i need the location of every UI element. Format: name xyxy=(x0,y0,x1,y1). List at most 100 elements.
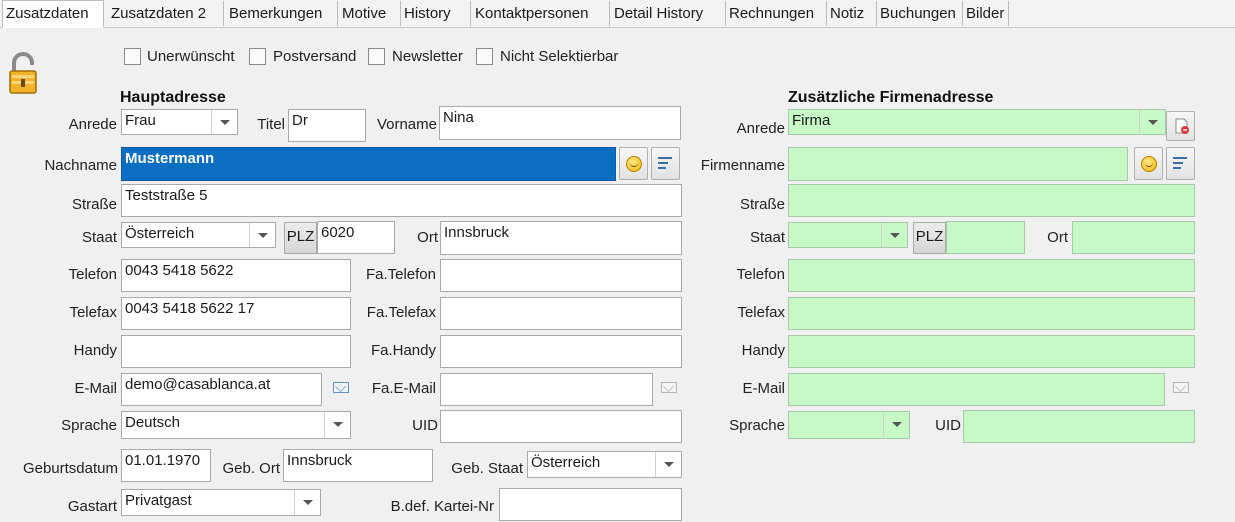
firmenname-input[interactable] xyxy=(788,147,1128,181)
tab-bar: Zusatzdaten Zusatzdaten 2 Bemerkungen Mo… xyxy=(0,0,1235,28)
geb-ort-input[interactable]: Innsbruck xyxy=(283,449,433,482)
firmenadresse-heading: Zusätzliche Firmenadresse xyxy=(788,89,994,106)
chevron-down-icon[interactable] xyxy=(211,110,237,134)
telefax-input[interactable]: 0043 5418 5622 17 xyxy=(121,297,351,330)
nachname-smiley-button[interactable] xyxy=(619,147,648,180)
anrede-value: Frau xyxy=(125,112,156,129)
mail-icon[interactable] xyxy=(1173,382,1189,393)
geburtsdatum-label: Geburtsdatum xyxy=(22,460,118,477)
firma-strasse-input[interactable] xyxy=(788,184,1195,217)
sprache-select[interactable]: Deutsch xyxy=(121,411,351,439)
firma-delete-button[interactable] xyxy=(1166,111,1195,141)
vorname-label: Vorname xyxy=(376,116,437,133)
geb-staat-select[interactable]: Österreich xyxy=(527,451,682,478)
firma-telefon-input[interactable] xyxy=(788,259,1195,292)
staat-value: Österreich xyxy=(125,225,195,242)
tab-history[interactable]: History xyxy=(401,1,471,26)
mail-icon[interactable] xyxy=(661,382,677,393)
firmenname-label: Firmenname xyxy=(700,157,785,174)
tab-kontaktpersonen[interactable]: Kontaktpersonen xyxy=(472,1,610,26)
fa-handy-input[interactable] xyxy=(440,335,682,368)
email-label: E-Mail xyxy=(74,380,117,397)
fa-telefon-input[interactable] xyxy=(440,259,682,292)
newsletter-label: Newsletter xyxy=(392,48,463,65)
plz-button[interactable]: PLZ xyxy=(284,222,317,254)
fa-telefon-label: Fa.Telefon xyxy=(365,266,436,283)
firma-plz-input[interactable] xyxy=(946,221,1025,254)
nicht-selektierbar-checkbox[interactable] xyxy=(476,48,493,65)
tab-zusatzdaten-2[interactable]: Zusatzdaten 2 xyxy=(108,1,224,26)
smiley-icon xyxy=(1141,156,1157,172)
chevron-down-icon[interactable] xyxy=(324,412,350,438)
kartei-nr-label: B.def. Kartei-Nr xyxy=(390,498,494,515)
gastart-select[interactable]: Privatgast xyxy=(121,489,321,516)
firma-edit-button[interactable] xyxy=(1166,147,1195,180)
tab-motive[interactable]: Motive xyxy=(339,1,401,26)
firma-uid-input[interactable] xyxy=(963,410,1195,443)
kartei-nr-input[interactable] xyxy=(499,488,682,521)
nachname-edit-button[interactable] xyxy=(651,147,680,180)
firma-sprache-select[interactable] xyxy=(788,411,910,439)
chevron-down-icon[interactable] xyxy=(294,490,320,515)
tab-zusatzdaten[interactable]: Zusatzdaten xyxy=(2,0,104,28)
chevron-down-icon[interactable] xyxy=(881,223,907,247)
staat-label: Staat xyxy=(81,229,117,246)
firma-anrede-value: Firma xyxy=(792,112,831,129)
sprache-label: Sprache xyxy=(61,417,117,434)
firma-ort-label: Ort xyxy=(1047,229,1068,246)
geburtsdatum-input[interactable]: 01.01.1970 xyxy=(121,449,211,482)
geb-staat-label: Geb. Staat xyxy=(451,460,523,477)
staat-select[interactable]: Österreich xyxy=(121,222,276,248)
unlocked-padlock-icon[interactable] xyxy=(8,51,38,95)
chevron-down-icon[interactable] xyxy=(883,412,909,438)
telefon-input[interactable]: 0043 5418 5622 xyxy=(121,259,351,292)
anrede-label: Anrede xyxy=(68,116,117,133)
sprache-value: Deutsch xyxy=(125,414,181,431)
firma-ort-input[interactable] xyxy=(1072,221,1195,254)
tab-bilder[interactable]: Bilder xyxy=(963,1,1009,26)
nachname-input[interactable]: Mustermann xyxy=(121,147,616,181)
firma-smiley-button[interactable] xyxy=(1134,147,1163,180)
gastart-value: Privatgast xyxy=(125,492,192,509)
fa-telefax-input[interactable] xyxy=(440,297,682,330)
nicht-selektierbar-label: Nicht Selektierbar xyxy=(500,48,619,65)
hauptadresse-heading: Hauptadresse xyxy=(120,89,226,106)
firma-anrede-select[interactable]: Firma xyxy=(788,109,1166,135)
firma-telefax-input[interactable] xyxy=(788,297,1195,330)
firma-uid-label: UID xyxy=(935,417,961,434)
titel-input[interactable]: Dr xyxy=(288,109,366,142)
unerwuenscht-checkbox[interactable] xyxy=(124,48,141,65)
chevron-down-icon[interactable] xyxy=(1139,110,1165,134)
email-input[interactable]: demo@casablanca.at xyxy=(121,373,322,406)
mail-icon[interactable] xyxy=(333,382,349,393)
tab-notiz[interactable]: Notiz xyxy=(827,1,877,26)
firma-email-input[interactable] xyxy=(788,373,1165,406)
firma-staat-select[interactable] xyxy=(788,222,908,248)
handy-input[interactable] xyxy=(121,335,351,368)
firma-handy-input[interactable] xyxy=(788,335,1195,368)
uid-input[interactable] xyxy=(440,410,682,443)
gastart-label: Gastart xyxy=(67,498,117,515)
firma-staat-label: Staat xyxy=(749,229,785,246)
plz-input[interactable]: 6020 xyxy=(317,221,395,254)
fa-email-input[interactable] xyxy=(440,373,653,406)
strasse-input[interactable]: Teststraße 5 xyxy=(121,184,682,217)
tab-rechnungen[interactable]: Rechnungen xyxy=(726,1,827,26)
tab-bemerkungen[interactable]: Bemerkungen xyxy=(226,1,338,26)
firma-plz-button[interactable]: PLZ xyxy=(913,222,946,254)
strasse-label: Straße xyxy=(71,196,117,213)
titel-label: Titel xyxy=(257,116,285,133)
tab-buchungen[interactable]: Buchungen xyxy=(877,1,963,26)
fa-email-label: Fa.E-Mail xyxy=(371,380,436,397)
geb-staat-value: Österreich xyxy=(531,454,601,471)
ort-input[interactable]: Innsbruck xyxy=(440,221,682,255)
chevron-down-icon[interactable] xyxy=(655,452,681,477)
firma-sprache-label: Sprache xyxy=(729,417,785,434)
anrede-select[interactable]: Frau xyxy=(121,109,238,135)
vorname-input[interactable]: Nina xyxy=(439,106,681,140)
tab-detail-history[interactable]: Detail History xyxy=(611,1,726,26)
chevron-down-icon[interactable] xyxy=(249,223,275,247)
newsletter-checkbox[interactable] xyxy=(368,48,385,65)
postversand-checkbox[interactable] xyxy=(249,48,266,65)
uid-label: UID xyxy=(412,417,438,434)
